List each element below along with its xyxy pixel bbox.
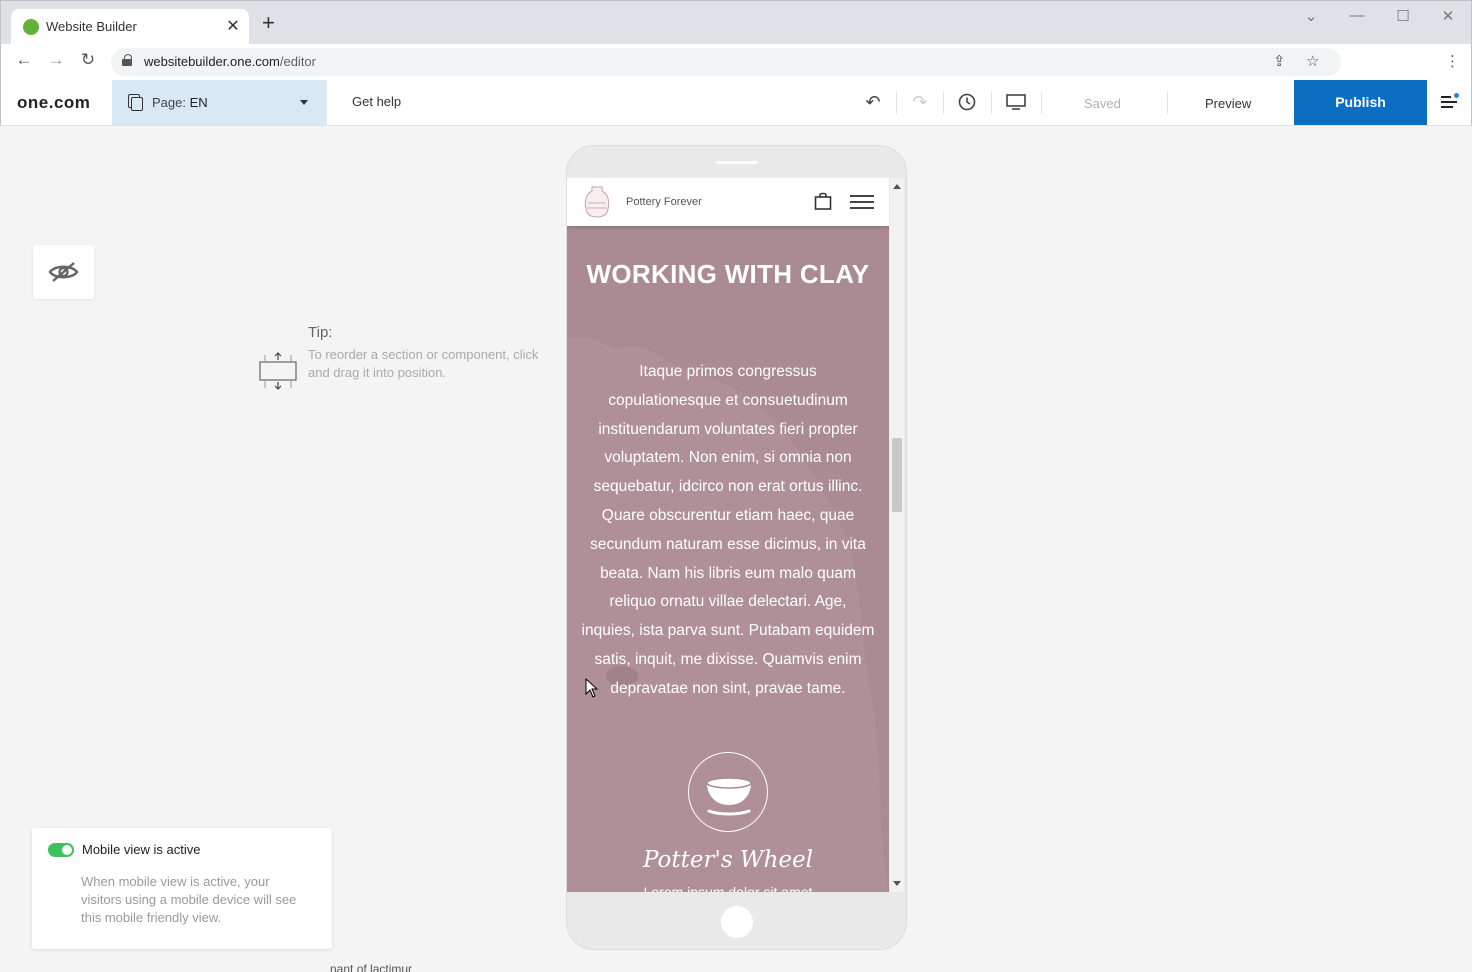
one-com-logo[interactable]: one.com (17, 93, 90, 113)
tab-title: Website Builder (46, 19, 137, 34)
hide-panel-button[interactable] (33, 245, 94, 299)
feature-text[interactable]: Lorem ipsum dolor sit amet (577, 884, 879, 892)
toolbar-divider (1167, 92, 1168, 114)
mobile-view-description: When mobile view is active, your visitor… (81, 874, 297, 925)
page-selector[interactable]: Page: EN (112, 80, 327, 125)
undo-icon[interactable]: ↶ (861, 92, 885, 113)
section-heading[interactable]: WORKING WITH CLAY (577, 256, 879, 292)
mobile-preview-screen[interactable]: Pottery Forever WORKING WITH CLAY Itaque… (567, 178, 889, 892)
site-name[interactable]: Pottery Forever (626, 196, 702, 208)
redo-icon[interactable]: ↷ (908, 92, 932, 113)
new-tab-button[interactable]: + (262, 12, 275, 34)
page-label: Page: (152, 95, 186, 110)
feature-title[interactable]: Potter's Wheel (577, 847, 879, 873)
bowl-icon[interactable] (688, 752, 768, 832)
toolbar-divider (896, 92, 897, 114)
address-bar: ← → ↻ websitebuilder.one.com/editor ⇪ ☆ … (0, 44, 1472, 80)
vase-logo-icon[interactable] (581, 185, 613, 219)
save-status: Saved (1084, 96, 1121, 111)
site-header: Pottery Forever (567, 178, 889, 226)
scroll-down-icon[interactable] (893, 881, 901, 886)
mobile-view-toggle[interactable] (48, 843, 74, 857)
scroll-thumb[interactable] (892, 438, 902, 512)
history-icon[interactable] (955, 92, 979, 117)
reload-icon[interactable]: ↻ (77, 50, 99, 70)
get-help-link[interactable]: Get help (352, 94, 401, 109)
section-body-text[interactable]: Itaque primos congressus copulationesque… (581, 358, 875, 704)
browser-tab[interactable]: Website Builder ✕ (11, 9, 249, 45)
tip-title: Tip: (308, 324, 333, 341)
maximize-icon[interactable]: ☐ (1393, 7, 1413, 25)
toolbar-divider (1041, 92, 1042, 114)
minimize-icon[interactable]: — (1347, 7, 1367, 24)
back-icon[interactable]: ← (13, 50, 35, 70)
site-favicon-icon (23, 19, 39, 35)
page-value: EN (189, 95, 208, 110)
shopping-bag-icon[interactable] (814, 192, 832, 210)
hamburger-menu-icon[interactable] (850, 194, 874, 210)
url-field[interactable]: websitebuilder.one.com/editor (111, 48, 1341, 76)
tip-text: To reorder a section or component, click… (308, 347, 539, 380)
url-text: websitebuilder.one.com/editor (144, 54, 316, 69)
mobile-view-notice: Mobile view is active When mobile view i… (32, 828, 332, 949)
close-tab-icon[interactable]: ✕ (225, 16, 241, 36)
toolbar-divider (943, 92, 944, 114)
publish-button[interactable]: Publish (1294, 80, 1427, 125)
url-path: /editor (279, 54, 316, 69)
editor-menu-icon[interactable] (1441, 93, 1459, 108)
browser-tab-strip: Website Builder ✕ + ⌄ — ☐ ✕ (0, 0, 1472, 45)
bookmark-star-icon[interactable]: ☆ (1306, 52, 1319, 70)
tab-search-icon[interactable]: ⌄ (1301, 7, 1321, 25)
eye-off-icon (48, 262, 79, 282)
mouse-cursor-icon (585, 678, 599, 698)
editor-toolbar: one.com Page: EN Get help ↶ ↷ Saved Prev… (0, 80, 1472, 126)
lock-icon (122, 54, 132, 66)
preview-button[interactable]: Preview (1205, 96, 1251, 111)
page-selector-label: Page: EN (152, 95, 208, 110)
browser-menu-icon[interactable]: ⋮ (1445, 52, 1460, 70)
scroll-up-icon[interactable] (893, 184, 901, 189)
phone-speaker (716, 161, 758, 164)
share-icon[interactable]: ⇪ (1273, 52, 1286, 70)
pages-icon (128, 94, 143, 111)
desktop-view-icon[interactable] (1004, 92, 1028, 117)
footer-text: nant of lactimur (330, 962, 413, 972)
forward-icon[interactable]: → (45, 50, 67, 70)
phone-home-button (721, 906, 753, 938)
chevron-down-icon (300, 100, 308, 105)
preview-scrollbar[interactable] (890, 178, 904, 892)
reorder-icon (259, 352, 297, 390)
toolbar-divider (991, 92, 992, 114)
mobile-view-title: Mobile view is active (82, 842, 201, 857)
close-window-icon[interactable]: ✕ (1438, 7, 1458, 25)
url-host: websitebuilder.one.com (144, 54, 280, 69)
